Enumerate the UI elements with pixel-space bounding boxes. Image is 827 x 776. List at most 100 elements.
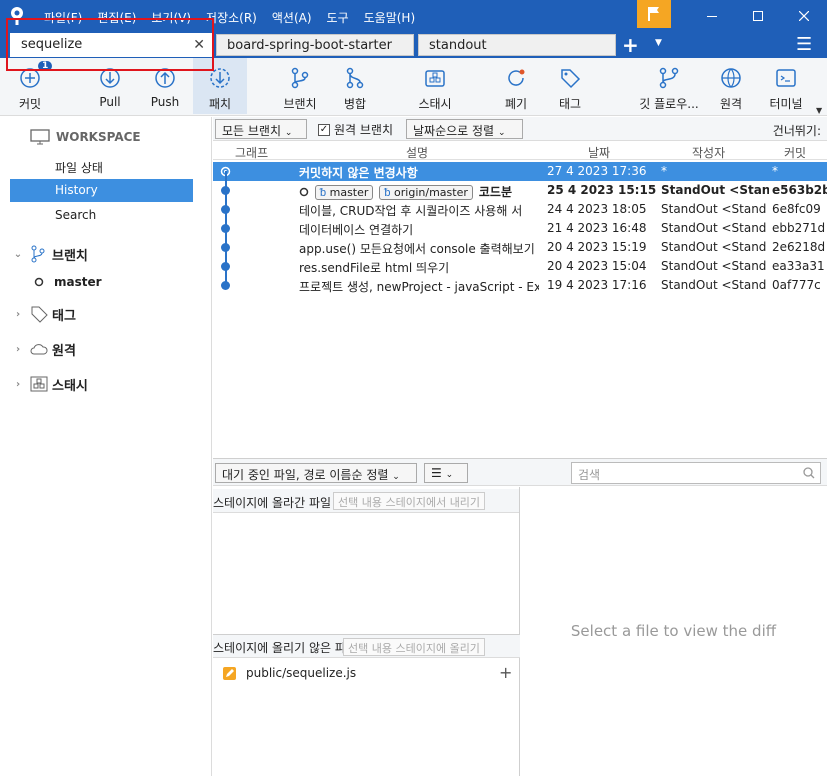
table-row[interactable]: 커밋하지 않은 변경사항 27 4 2023 17:36 * * [213,162,827,181]
table-row[interactable]: app.use() 모든요청에서 console 출력해보기 20 4 2023… [213,238,827,257]
commit-refs: ᵬ master ᵬ origin/master 코드분 [299,183,539,200]
chevron-down-icon: ⌄ [392,472,400,482]
pull-button[interactable]: Pull [88,58,132,114]
view-mode-dropdown[interactable]: ☰ ⌄ [424,463,468,483]
sidebar: WORKSPACE 파일 상태 History Search ⌄ 브랜치 mas… [0,117,212,776]
menu-bar: 파일(F) 편집(E) 보기(V) 저장소(R) 액션(A) 도구 도움말(H) [44,9,430,26]
search-icon [803,467,815,479]
menu-file[interactable]: 파일(F) [44,9,82,26]
sidebar-stashes-header[interactable]: › 스태시 [0,372,200,396]
menu-help[interactable]: 도움말(H) [364,9,416,26]
menu-actions[interactable]: 액션(A) [272,9,312,26]
menu-repository[interactable]: 저장소(R) [206,9,257,26]
col-author[interactable]: 작성자 [692,144,725,161]
menu-edit[interactable]: 편집(E) [97,9,136,26]
table-row[interactable]: res.sendFile로 html 띄우기 20 4 2023 15:04 S… [213,257,827,276]
add-tab-icon[interactable]: + [622,33,639,57]
merge-button[interactable]: 병합 [333,58,377,114]
menu-tools[interactable]: 도구 [327,9,349,26]
flag-icon [648,7,659,21]
sidebar-item-file-status[interactable]: 파일 상태 [10,155,193,178]
tab-dropdown-icon[interactable]: ▼ [655,38,662,48]
merge-icon [343,66,367,90]
chevron-right-icon: › [15,308,21,320]
sidebar-branches-header[interactable]: ⌄ 브랜치 [0,242,200,266]
close-window-button[interactable] [781,0,827,32]
list-icon: ☰ [431,466,442,480]
stash-button[interactable]: 스태시 [410,58,460,114]
commit-icon [18,66,42,90]
list-item[interactable]: public/sequelize.js + [213,663,519,685]
sidebar-item-history[interactable]: History [10,179,193,202]
gitflow-button[interactable]: 깃 플로우... [634,58,704,114]
push-button[interactable]: Push [143,58,187,114]
table-row[interactable]: 데이터베이스 연결하기 21 4 2023 16:48 StandOut <St… [213,219,827,238]
menu-view[interactable]: 보기(V) [151,9,191,26]
branch-button[interactable]: 브랜치 [278,58,322,114]
discard-button[interactable]: 폐기 [494,58,538,114]
terminal-icon [774,66,798,90]
branches-label: 브랜치 [52,248,88,264]
commit-graph-node [221,186,230,195]
unstage-selected-button[interactable]: 선택 내용 스테이지에서 내리기 [333,492,486,510]
branch-ref-master[interactable]: ᵬ master [315,185,374,200]
maximize-button[interactable] [735,0,781,32]
branch-ref-origin-master[interactable]: ᵬ origin/master [379,185,473,200]
tab-standout[interactable]: standout [418,34,616,56]
file-search-input[interactable]: 검색 [571,462,821,484]
commit-description: 코드분 [478,185,512,199]
stash-label: 스태시 [418,97,452,111]
unstaged-title: 스테이지에 올리기 않은 파일 [213,641,357,655]
remote-branch-checkbox[interactable]: ✓ 원격 브랜치 [318,121,393,138]
fetch-button[interactable]: 패치 [193,58,247,114]
close-icon [799,11,809,21]
tag-button[interactable]: 태그 [548,58,592,114]
tag-icon [31,306,48,323]
branches-dropdown[interactable]: 모든 브랜치 ⌄ [215,119,307,139]
pending-files-label: 대기 중인 파일, 경로 이름순 정렬 [222,468,389,482]
push-icon [153,66,177,90]
minimize-button[interactable] [689,0,735,32]
table-row[interactable]: 테이블, CRUD작업 후 시퀄라이즈 사용해 서 24 4 2023 18:0… [213,200,827,219]
branch-icon: ᵬ [320,186,330,199]
col-description[interactable]: 설명 [406,144,428,161]
close-tab-icon[interactable]: ✕ [193,37,205,53]
commit-button[interactable]: 1 커밋 [8,58,53,114]
file-name: public/sequelize.js [246,666,357,680]
remote-button[interactable]: 원격 [709,58,753,114]
diff-placeholder: Select a file to view the diff [570,622,777,640]
commit-hash: 2e6218d [772,240,826,254]
branch-icon [288,66,312,90]
chevron-down-icon: ⌄ [13,248,23,260]
col-graph[interactable]: 그래프 [235,144,268,161]
unstaged-files-header: 스테이지에 올리기 않은 파일 선택 내용 스테이지에 올리기 [213,634,520,658]
col-commit[interactable]: 커밋 [784,144,806,161]
staged-files-header: 스테이지에 올라간 파일 선택 내용 스테이지에서 내리기 [213,489,520,513]
remotes-label: 원격 [52,343,76,359]
col-date[interactable]: 날짜 [588,144,610,161]
commit-graph-node [221,281,230,290]
table-row[interactable]: ᵬ master ᵬ origin/master 코드분 25 4 2023 15:… [213,181,827,200]
commit-graph-node [221,205,230,214]
pending-files-dropdown[interactable]: 대기 중인 파일, 경로 이름순 정렬 ⌄ [215,463,417,483]
tab-label: standout [429,38,487,53]
branch-icon [31,245,45,263]
sidebar-tags-header[interactable]: › 태그 [0,302,200,326]
commit-label: 커밋 [18,97,42,111]
sidebar-remotes-header[interactable]: › 원격 [0,337,200,361]
terminal-button[interactable]: 터미널 [764,58,808,114]
sidebar-item-search[interactable]: Search [10,204,193,227]
stage-selected-button[interactable]: 선택 내용 스테이지에 올리기 [343,638,485,656]
sort-dropdown[interactable]: 날짜순으로 정렬 ⌄ [406,119,523,139]
commit-description: 커밋하지 않은 변경사항 [299,166,418,180]
tab-board-spring-boot-starter[interactable]: board-spring-boot-starter [216,34,414,56]
hamburger-menu-icon[interactable]: ☰ [796,34,812,55]
stage-file-plus-icon[interactable]: + [499,663,512,682]
tab-sequelize[interactable]: sequelize ✕ [10,33,212,57]
sidebar-branch-master[interactable]: master [0,270,200,294]
commit-author: StandOut <Stand [661,183,769,197]
table-row[interactable]: 프로젝트 생성, newProject - javaScript - Exp 1… [213,276,827,295]
toolbar-overflow-icon[interactable]: ▼ [816,106,822,115]
flag-button[interactable] [637,0,671,28]
current-branch-icon [34,277,44,287]
